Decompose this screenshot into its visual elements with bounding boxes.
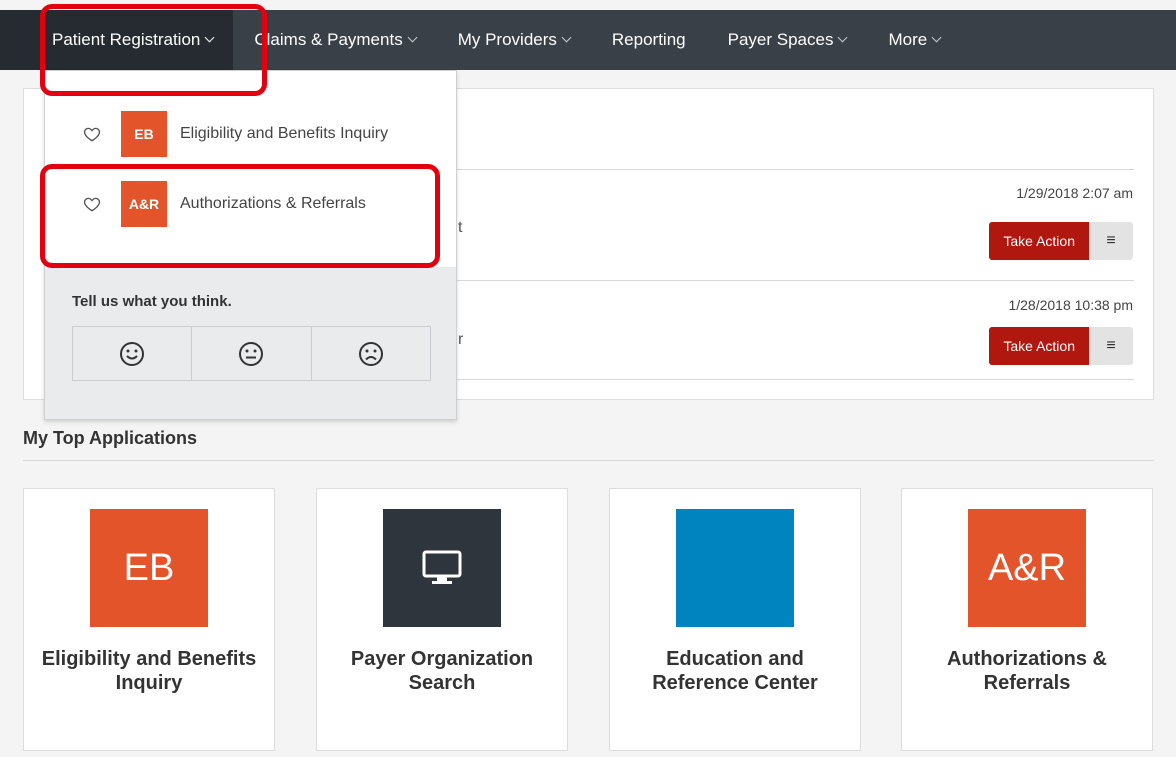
nav-label: Reporting [611, 30, 686, 49]
menu-icon[interactable]: ≡ [1089, 327, 1133, 365]
dropdown-item-authorizations[interactable]: A&R Authorizations & Referrals [45, 173, 456, 235]
feedback-happy-button[interactable] [73, 327, 193, 380]
app-tile: EB [90, 509, 208, 627]
activity-date: 1/28/2018 10:38 pm [1008, 297, 1133, 313]
chevron-down-icon [838, 32, 848, 42]
nav-reporting[interactable]: Reporting [591, 10, 707, 70]
feedback-neutral-button[interactable] [192, 327, 312, 380]
take-action-button[interactable]: Take Action [989, 327, 1089, 365]
nav-label: Claims & Payments [254, 30, 403, 49]
monitor-icon [422, 550, 462, 584]
patient-registration-dropdown: EB Eligibility and Benefits Inquiry A&R … [44, 70, 457, 420]
app-card-education[interactable]: Education and Reference Center [609, 488, 861, 751]
divider [454, 379, 1134, 380]
heart-outline-icon[interactable] [83, 125, 101, 143]
app-tile [676, 509, 794, 627]
nav-label: My Providers [457, 30, 557, 49]
activity-date: 1/29/2018 2:07 am [1016, 185, 1133, 201]
dropdown-item-label: Eligibility and Benefits Inquiry [180, 125, 389, 142]
take-action-button[interactable]: Take Action [989, 222, 1089, 260]
ar-tile-text: A&R [987, 546, 1067, 589]
activity-text-fragment: r [458, 331, 464, 348]
divider [454, 280, 1134, 281]
chevron-down-icon [204, 32, 215, 42]
neutral-face-icon [239, 341, 264, 366]
eb-tile-text: EB [123, 546, 175, 589]
nav-label: Payer Spaces [727, 30, 834, 49]
feedback-options [72, 326, 431, 381]
eb-badge: EB [121, 111, 167, 157]
nav-claims-payments[interactable]: Claims & Payments [233, 10, 436, 70]
menu-icon[interactable]: ≡ [1089, 222, 1133, 260]
ar-badge: A&R [121, 181, 167, 227]
frown-face-icon [358, 341, 383, 366]
divider [23, 460, 1154, 461]
feedback-title: Tell us what you think. [72, 293, 232, 310]
nav-label: Patient Registration [52, 30, 201, 49]
nav-patient-registration[interactable]: Patient Registration [0, 10, 234, 70]
activity-text-fragment: t [458, 219, 463, 236]
feedback-panel: Tell us what you think. [45, 267, 456, 419]
feedback-sad-button[interactable] [312, 327, 430, 380]
section-title: My Top Applications [23, 428, 197, 448]
app-name: Payer Organization Search [350, 648, 534, 694]
app-card-eligibility[interactable]: EB Eligibility and Benefits Inquiry [23, 488, 275, 751]
app-tile [383, 509, 501, 627]
dropdown-item-label: Authorizations & Referrals [180, 195, 366, 212]
app-name: Eligibility and Benefits Inquiry [41, 648, 257, 694]
app-card-authorizations[interactable]: A&R Authorizations & Referrals [901, 488, 1153, 751]
top-nav: Patient Registration Claims & Payments M… [0, 10, 1176, 70]
divider [454, 169, 1134, 170]
smile-face-icon [120, 341, 145, 366]
nav-label: More [888, 30, 928, 49]
take-action-group: Take Action ≡ [989, 222, 1133, 260]
nav-more[interactable]: More [867, 10, 961, 70]
dropdown-item-eligibility[interactable]: EB Eligibility and Benefits Inquiry [45, 103, 456, 165]
app-name: Education and Reference Center [652, 648, 818, 694]
chevron-down-icon [561, 32, 572, 42]
app-card-payer-search[interactable]: Payer Organization Search [316, 488, 568, 751]
chevron-down-icon [407, 32, 418, 42]
app-tile: A&R [968, 509, 1086, 627]
chevron-down-icon [931, 32, 942, 42]
nav-my-providers[interactable]: My Providers [437, 10, 591, 70]
take-action-group: Take Action ≡ [989, 327, 1133, 365]
nav-payer-spaces[interactable]: Payer Spaces [707, 10, 868, 70]
app-name: Authorizations & Referrals [947, 648, 1107, 694]
heart-outline-icon[interactable] [83, 195, 101, 213]
